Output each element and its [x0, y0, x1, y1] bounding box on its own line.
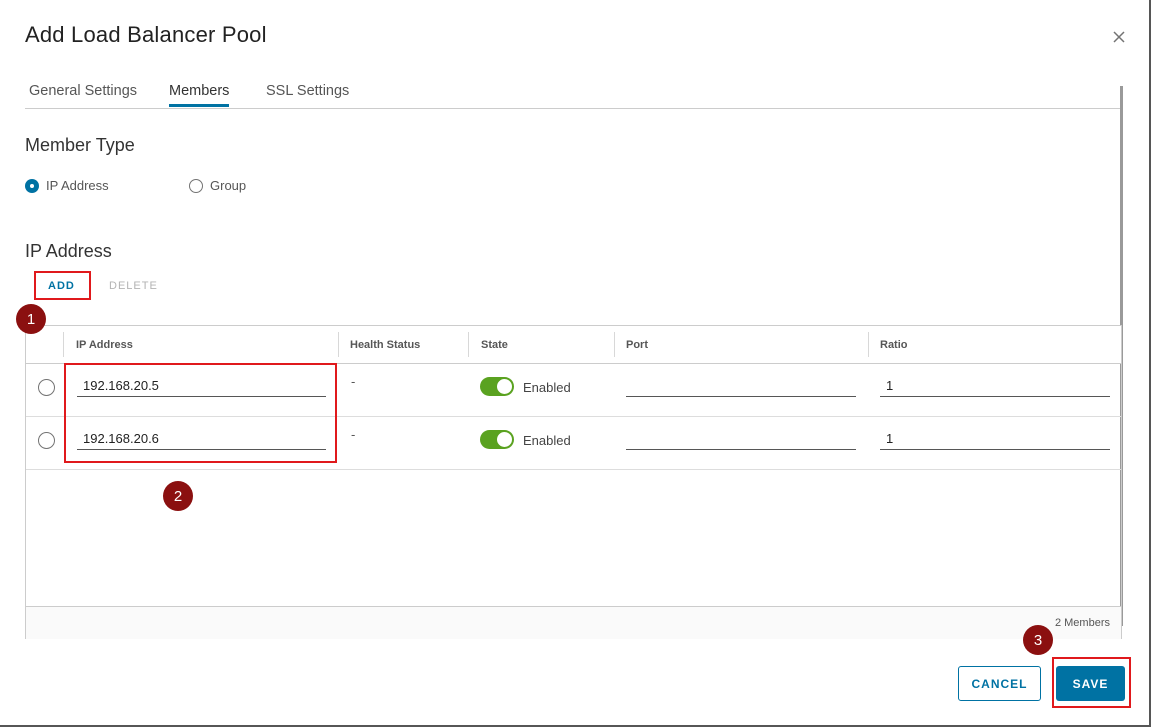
row-select-radio[interactable] — [38, 432, 55, 449]
tab-members[interactable]: Members — [169, 83, 230, 107]
ratio-input[interactable]: 1 — [880, 375, 1110, 397]
column-header-ratio[interactable]: Ratio — [880, 339, 908, 351]
radio-group[interactable]: Group — [189, 178, 246, 193]
state-toggle[interactable] — [480, 430, 514, 449]
members-count: 2 Members — [1054, 617, 1110, 629]
callout-badge-1: 1 — [16, 304, 46, 334]
column-separator — [614, 332, 615, 357]
port-input[interactable] — [626, 375, 856, 397]
column-separator — [338, 332, 339, 357]
radio-unchecked-icon — [189, 178, 203, 193]
state-toggle[interactable] — [480, 377, 514, 396]
tab-ssl-settings[interactable]: SSL Settings — [266, 83, 349, 107]
member-type-heading: Member Type — [25, 135, 135, 155]
dialog-title: Add Load Balancer Pool — [25, 22, 267, 47]
state-label: Enabled — [523, 380, 571, 395]
column-header-ip-address[interactable]: IP Address — [76, 339, 133, 351]
column-separator — [468, 332, 469, 357]
radio-ip-address[interactable]: IP Address — [25, 178, 109, 193]
tab-general-settings[interactable]: General Settings — [29, 83, 137, 107]
save-button[interactable]: SAVE — [1056, 666, 1125, 701]
datagrid-header: IP Address Health Status State Port Rati… — [26, 326, 1121, 364]
column-header-health-status[interactable]: Health Status — [350, 339, 420, 351]
datagrid-footer: 2 Members — [26, 606, 1121, 639]
column-separator — [63, 332, 64, 357]
callout-badge-2: 2 — [163, 481, 193, 511]
column-header-state[interactable]: State — [481, 339, 508, 351]
radio-ip-address-label: IP Address — [46, 178, 109, 193]
delete-button[interactable]: DELETE — [109, 280, 158, 292]
cancel-button[interactable]: CANCEL — [958, 666, 1041, 701]
port-input[interactable] — [626, 428, 856, 450]
highlight-ip-fields — [64, 363, 337, 463]
state-label: Enabled — [523, 433, 571, 448]
health-status-value: - — [351, 374, 356, 389]
callout-badge-3: 3 — [1023, 625, 1053, 655]
column-header-port[interactable]: Port — [626, 339, 648, 351]
ratio-input[interactable]: 1 — [880, 428, 1110, 450]
column-separator — [868, 332, 869, 357]
add-load-balancer-pool-dialog: Add Load Balancer Pool General Settings … — [0, 0, 1151, 727]
radio-group-label: Group — [210, 178, 247, 193]
row-select-radio[interactable] — [38, 379, 55, 396]
tab-bar: General Settings Members SSL Settings — [25, 80, 1121, 109]
close-icon[interactable] — [1109, 27, 1129, 47]
health-status-value: - — [351, 427, 356, 442]
ip-address-heading: IP Address — [25, 241, 112, 261]
radio-checked-icon — [25, 178, 39, 193]
highlight-add-button — [34, 271, 91, 300]
